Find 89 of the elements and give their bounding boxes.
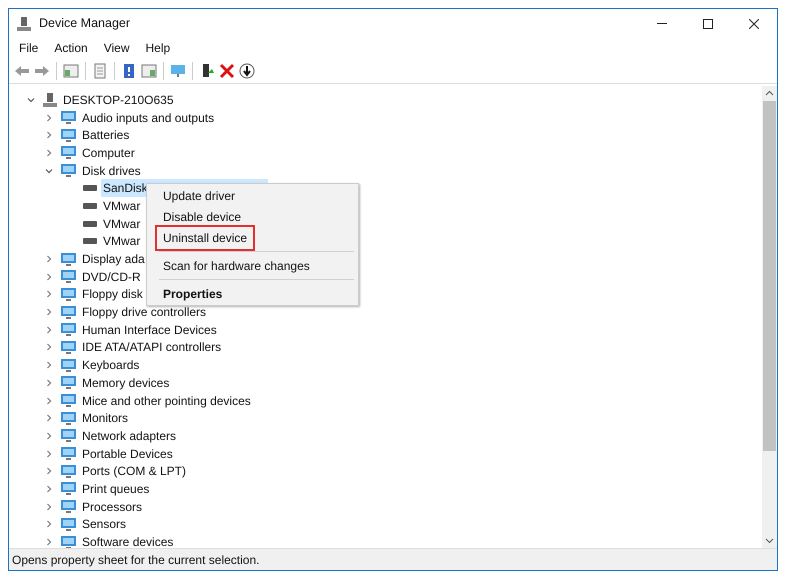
tree-item[interactable]: Disk drives bbox=[80, 162, 143, 180]
expand-chevron-icon[interactable] bbox=[45, 326, 53, 334]
expand-chevron-icon[interactable] bbox=[45, 396, 53, 405]
device-icon bbox=[61, 111, 76, 124]
tree-item[interactable]: DVD/CD-R bbox=[80, 268, 143, 286]
menu-item[interactable]: Uninstall device bbox=[155, 224, 256, 250]
menu-item[interactable]: Scan for hardware changes bbox=[155, 252, 318, 278]
tree-item[interactable]: VMwar bbox=[101, 232, 142, 250]
tree-item[interactable]: VMwar bbox=[101, 214, 142, 233]
tree-item[interactable]: Sensors bbox=[80, 515, 128, 534]
menu-item[interactable]: Action bbox=[46, 39, 96, 57]
device-icon bbox=[61, 358, 76, 372]
maximize-icon bbox=[703, 18, 713, 28]
device-icon bbox=[61, 536, 76, 548]
drive-icon bbox=[83, 202, 97, 209]
expand-chevron-icon[interactable] bbox=[45, 467, 53, 476]
tree-item[interactable]: Human Interface Devices bbox=[80, 320, 219, 339]
tree-item[interactable]: Floppy disk bbox=[80, 285, 145, 304]
device-icon bbox=[61, 164, 76, 178]
tree-item[interactable]: Portable Devices bbox=[80, 444, 175, 463]
device-icon bbox=[61, 288, 76, 301]
status-text: Opens property sheet for the current selection. bbox=[12, 552, 260, 568]
menu-item[interactable]: Help bbox=[138, 39, 178, 57]
close-icon bbox=[749, 18, 759, 28]
tree-item[interactable]: Software devices bbox=[80, 533, 176, 548]
device-icon bbox=[61, 128, 76, 142]
device-icon bbox=[61, 306, 76, 319]
tree-item[interactable]: Computer bbox=[80, 144, 137, 162]
device-icon bbox=[61, 500, 76, 514]
tree-item[interactable]: Memory devices bbox=[80, 374, 172, 392]
tree-item[interactable]: Audio inputs and outputs bbox=[80, 108, 216, 127]
expand-chevron-icon[interactable] bbox=[45, 538, 53, 546]
expand-chevron-icon[interactable] bbox=[45, 131, 53, 140]
expand-chevron-icon[interactable] bbox=[45, 148, 53, 157]
scrollbar[interactable] bbox=[762, 86, 777, 548]
computer-tower-icon bbox=[43, 92, 57, 107]
device-icon bbox=[61, 376, 76, 390]
tree-item[interactable]: Monitors bbox=[80, 409, 130, 428]
expand-chevron-icon[interactable] bbox=[45, 450, 53, 458]
device-icon bbox=[61, 323, 76, 336]
expand-chevron-icon[interactable] bbox=[45, 114, 53, 122]
tree-item[interactable]: Batteries bbox=[80, 126, 132, 144]
device-icon bbox=[61, 270, 76, 284]
tree-item[interactable]: Print queues bbox=[80, 480, 152, 498]
device-icon bbox=[61, 464, 76, 478]
console-tree-icon[interactable] bbox=[62, 62, 80, 80]
tree-item[interactable]: DESKTOP-210O635 bbox=[61, 90, 176, 109]
device-icon bbox=[61, 394, 76, 408]
menu-item[interactable]: File bbox=[11, 39, 46, 57]
device-icon bbox=[61, 518, 76, 531]
tree-item[interactable]: Keyboards bbox=[80, 356, 142, 374]
device-icon bbox=[61, 412, 76, 425]
expand-chevron-icon[interactable] bbox=[45, 343, 53, 352]
device-icon bbox=[61, 482, 76, 496]
expand-chevron-icon[interactable] bbox=[45, 414, 53, 422]
expand-chevron-icon[interactable] bbox=[45, 432, 53, 440]
drive-icon bbox=[83, 220, 97, 227]
tree-item[interactable]: IDE ATA/ATAPI controllers bbox=[80, 338, 224, 356]
expand-chevron-icon[interactable] bbox=[45, 484, 53, 493]
collapse-chevron-icon[interactable] bbox=[27, 96, 35, 104]
expand-chevron-icon[interactable] bbox=[45, 378, 53, 387]
scrollbar-thumb[interactable] bbox=[763, 101, 776, 451]
drive-icon bbox=[83, 185, 97, 192]
expand-chevron-icon[interactable] bbox=[45, 502, 53, 511]
tree-item[interactable]: Ports (COM & LPT) bbox=[80, 462, 188, 480]
expand-chevron-icon[interactable] bbox=[45, 290, 53, 298]
tree-item[interactable]: VMwar bbox=[101, 196, 142, 215]
menu-item[interactable]: View bbox=[96, 39, 138, 57]
device-icon bbox=[61, 146, 76, 160]
device-icon bbox=[61, 447, 76, 460]
expand-chevron-icon[interactable] bbox=[45, 308, 53, 316]
tree-item[interactable]: Network adapters bbox=[80, 426, 178, 445]
tree-item[interactable]: Mice and other pointing devices bbox=[80, 392, 253, 410]
device-icon bbox=[61, 340, 76, 354]
app-icon bbox=[17, 16, 31, 30]
minimize-icon bbox=[657, 23, 667, 24]
window-title: Device Manager bbox=[39, 15, 130, 32]
tree-item[interactable]: Display ada bbox=[80, 250, 147, 268]
expand-chevron-icon[interactable] bbox=[45, 272, 53, 281]
expand-chevron-icon[interactable] bbox=[45, 361, 53, 370]
tree-item[interactable]: Processors bbox=[80, 498, 144, 516]
drive-icon bbox=[83, 238, 97, 244]
device-icon bbox=[61, 429, 76, 442]
uninstall-x-icon[interactable] bbox=[218, 62, 236, 80]
collapse-chevron-icon[interactable] bbox=[45, 166, 53, 175]
expand-chevron-icon[interactable] bbox=[45, 520, 53, 528]
action-pane-icon[interactable] bbox=[140, 62, 158, 80]
device-icon bbox=[61, 252, 76, 266]
expand-chevron-icon[interactable] bbox=[45, 255, 53, 264]
